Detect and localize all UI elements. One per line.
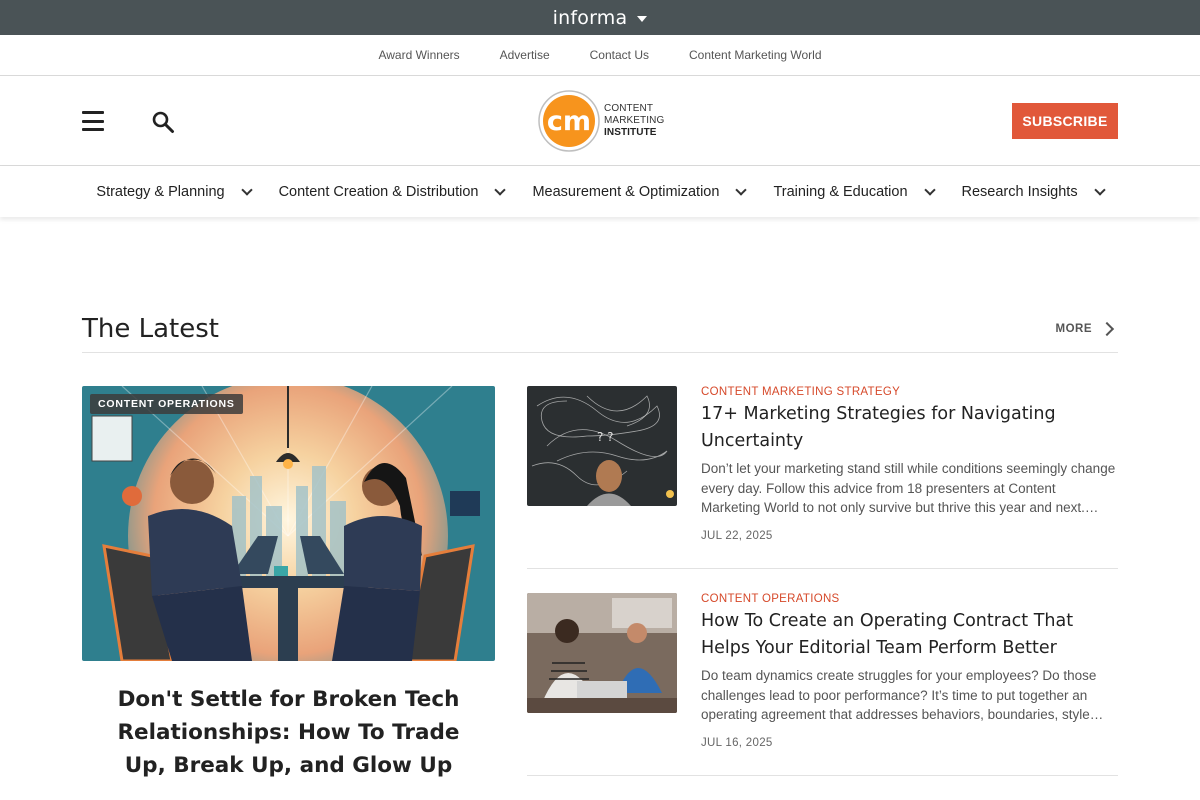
chevron-down-icon [494, 183, 507, 196]
article-thumbnail[interactable] [527, 593, 677, 713]
article-list: ? ? CONTENT MARKETING STRATEGY 17+ Marke… [527, 386, 1118, 800]
nav-label: Strategy & Planning [96, 183, 225, 200]
utility-link-contact-us[interactable]: Contact Us [590, 48, 649, 62]
nav-label: Research Insights [961, 183, 1078, 200]
article-category[interactable]: CONTENT MARKETING STRATEGY [701, 386, 1118, 398]
site-header: cm CONTENT MARKETING INSTITUTE SUBSCRIBE [0, 76, 1200, 166]
utility-nav: Award Winners Advertise Contact Us Conte… [0, 35, 1200, 76]
article-title[interactable]: How To Create an Operating Contract That… [701, 608, 1118, 662]
more-label: MORE [1055, 322, 1092, 335]
menu-icon[interactable] [82, 111, 104, 131]
subscribe-button[interactable]: SUBSCRIBE [1012, 103, 1118, 139]
article-title[interactable]: 17+ Marketing Strategies for Navigating … [701, 401, 1118, 455]
main-nav: Strategy & Planning Content Creation & D… [0, 166, 1200, 217]
informa-bar: informa [0, 0, 1200, 35]
feature-image[interactable]: CONTENT OPERATIONS [82, 386, 495, 661]
article-summary: Do team dynamics create struggles for yo… [701, 668, 1104, 722]
utility-link-award-winners[interactable]: Award Winners [378, 48, 459, 62]
cmi-logo-text: CONTENT MARKETING INSTITUTE [604, 103, 665, 138]
nav-training-education[interactable]: Training & Education [773, 183, 936, 200]
search-icon[interactable] [151, 110, 175, 134]
nav-strategy-planning[interactable]: Strategy & Planning [96, 183, 253, 200]
nav-content-creation-distribution[interactable]: Content Creation & Distribution [278, 183, 507, 200]
svg-text:cm: cm [547, 106, 591, 137]
chevron-down-icon [1093, 183, 1106, 196]
chevron-down-icon [923, 183, 936, 196]
chalkboard-thumbnail: ? ? [527, 386, 677, 506]
nav-label: Content Creation & Distribution [278, 183, 479, 200]
feature-article[interactable]: CONTENT OPERATIONS Don't Settle for Brok… [82, 386, 495, 782]
more-link[interactable]: MORE [1055, 321, 1119, 336]
svg-text:? ?: ? ? [597, 430, 614, 444]
article-category[interactable]: CONTENT OPERATIONS [701, 593, 1118, 605]
category-tag[interactable]: CONTENT OPERATIONS [90, 394, 243, 414]
informa-logo: informa [552, 6, 628, 29]
nav-label: Measurement & Optimization [532, 183, 720, 200]
list-item: ? ? CONTENT MARKETING STRATEGY 17+ Marke… [527, 386, 1118, 569]
nav-measurement-optimization[interactable]: Measurement & Optimization [532, 183, 748, 200]
article-date: JUL 16, 2025 [701, 736, 773, 749]
informa-menu-toggle[interactable]: informa [553, 7, 648, 29]
article-summary: Don’t let your marketing stand still whi… [701, 461, 1116, 515]
utility-link-content-marketing-world[interactable]: Content Marketing World [689, 48, 822, 62]
chevron-down-icon [240, 183, 253, 196]
article-date: JUL 22, 2025 [701, 529, 773, 542]
caret-down-icon [637, 15, 648, 22]
nav-label: Training & Education [773, 183, 908, 200]
latest-header: The Latest MORE [82, 305, 1118, 353]
latest-section: The Latest MORE CONTENT OPERATIONS Don't… [82, 305, 1118, 778]
list-item: CONTENT OPERATIONS How To Create an Oper… [527, 593, 1118, 776]
office-meeting-thumbnail [527, 593, 677, 713]
cmi-logo-mark-icon: cm [538, 90, 600, 152]
cmi-logo[interactable]: cm CONTENT MARKETING INSTITUTE [538, 90, 664, 152]
feature-illustration [82, 386, 495, 661]
article-thumbnail[interactable]: ? ? [527, 386, 677, 506]
nav-research-insights[interactable]: Research Insights [961, 183, 1106, 200]
section-title: The Latest [82, 313, 219, 344]
chevron-right-icon [1099, 321, 1115, 336]
chevron-down-icon [735, 183, 748, 196]
utility-link-advertise[interactable]: Advertise [500, 48, 550, 62]
feature-title[interactable]: Don't Settle for Broken Tech Relationshi… [82, 683, 495, 782]
